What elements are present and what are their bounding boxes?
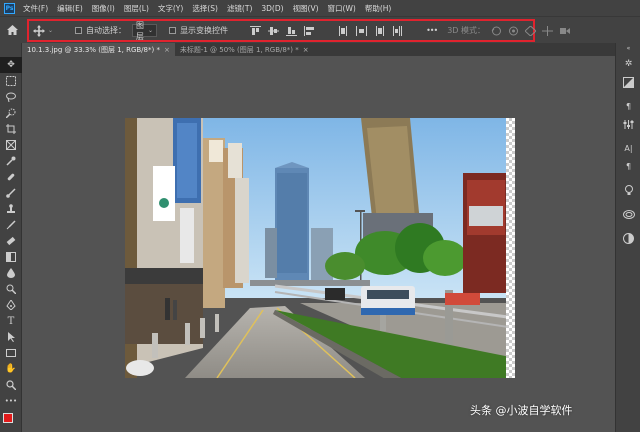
more-options-button[interactable]: ••• — [426, 26, 438, 35]
document-tabs: 10.1.3.jpg @ 33.3% (图层 1, RGB/8*) * × 未标… — [22, 43, 615, 56]
distribute-left-icon[interactable] — [392, 25, 403, 36]
chevron-down-icon: ⌄ — [48, 27, 54, 34]
3d-pan-icon[interactable] — [525, 25, 537, 36]
chevron-down-icon: ⌄ — [148, 27, 154, 34]
close-icon[interactable]: × — [303, 46, 309, 54]
close-icon[interactable]: × — [164, 46, 170, 54]
auto-select-label: 自动选择： — [86, 26, 127, 35]
align-left-edges-icon[interactable] — [304, 25, 315, 36]
hand-tool-icon[interactable]: ✋ — [0, 361, 22, 377]
3d-slide-icon[interactable] — [542, 25, 554, 36]
pen-tool-icon[interactable] — [0, 297, 22, 313]
menu-image[interactable]: 图像(I) — [92, 3, 115, 14]
menu-select[interactable]: 选择(S) — [192, 3, 218, 14]
quick-selection-tool-icon[interactable] — [0, 105, 22, 121]
zoom-tool-icon[interactable] — [0, 377, 22, 393]
path-selection-tool-icon[interactable] — [0, 329, 22, 345]
tab-document-1[interactable]: 10.1.3.jpg @ 33.3% (图层 1, RGB/8*) * × — [22, 43, 175, 56]
distribute-bottom-icon[interactable] — [374, 25, 385, 36]
home-icon[interactable] — [4, 22, 20, 38]
distribute-center-icon[interactable] — [356, 25, 368, 36]
options-bar: ⌄ 自动选择： 图层 ⌄ 显示变换控件 ••• 3D 模式： — [0, 16, 640, 43]
menu-3d[interactable]: 3D(D) — [261, 4, 283, 13]
menu-view[interactable]: 视图(V) — [293, 3, 319, 14]
align-bottom-edges-icon[interactable] — [286, 26, 298, 36]
history-brush-tool-icon[interactable] — [0, 217, 22, 233]
brightness-icon[interactable]: ✲ — [616, 55, 640, 73]
auto-select-option[interactable]: 自动选择： — [75, 25, 126, 36]
menu-edit[interactable]: 编辑(E) — [57, 3, 83, 14]
menu-window[interactable]: 窗口(W) — [328, 3, 356, 14]
align-top-edges-icon[interactable] — [250, 25, 262, 36]
brush-tool-icon[interactable] — [0, 185, 22, 201]
properties-icon[interactable] — [616, 115, 640, 133]
character-icon[interactable]: A| — [616, 139, 640, 157]
color-icon[interactable] — [616, 229, 640, 247]
adjustments-icon[interactable] — [616, 73, 640, 91]
3d-orbit-icon[interactable] — [491, 26, 502, 36]
3d-scale-icon[interactable] — [559, 26, 571, 36]
menu-bar: Ps 文件(F) 编辑(E) 图像(I) 图层(L) 文字(Y) 选择(S) 滤… — [0, 0, 640, 16]
move-tool-options-highlight: ⌄ 自动选择： 图层 ⌄ 显示变换控件 ••• 3D 模式： — [27, 19, 571, 42]
show-transform-option[interactable]: 显示变换控件 — [169, 25, 228, 36]
show-transform-checkbox[interactable] — [169, 27, 177, 34]
menu-filter[interactable]: 滤镜(T) — [227, 3, 252, 14]
align-vertical-centers-icon[interactable] — [268, 26, 280, 36]
paragraph-icon[interactable]: ¶ — [616, 157, 640, 175]
dodge-tool-icon[interactable] — [0, 281, 22, 297]
auto-select-dropdown[interactable]: 图层 ⌄ — [132, 21, 158, 41]
tab-label: 未标题-1 @ 50% (图层 1, RGB/8*) * — [179, 45, 299, 54]
frame-tool-icon[interactable] — [0, 137, 22, 153]
rectangle-tool-icon[interactable] — [0, 345, 22, 361]
paragraph-styles-icon[interactable]: ¶ — [616, 97, 640, 115]
show-transform-label: 显示变换控件 — [180, 26, 229, 35]
menu-file[interactable]: 文件(F) — [23, 3, 48, 14]
tools-panel: ✥ T ✋ ••• — [0, 43, 22, 432]
distribute-top-icon[interactable] — [338, 25, 349, 36]
foreground-color-swatch[interactable] — [3, 413, 13, 423]
eyedropper-tool-icon[interactable] — [0, 153, 22, 169]
clone-stamp-tool-icon[interactable] — [0, 201, 22, 217]
auto-select-checkbox[interactable] — [75, 27, 83, 34]
healing-brush-tool-icon[interactable] — [0, 169, 22, 185]
move-tool-icon[interactable]: ✥ — [0, 57, 22, 73]
auto-select-value: 图层 — [136, 20, 145, 41]
menu-layer[interactable]: 图层(L) — [124, 3, 149, 14]
light-bulb-icon[interactable] — [616, 181, 640, 199]
photoshop-logo: Ps — [4, 2, 15, 14]
panels-dock: « ✲ ¶ A| ¶ — [615, 43, 640, 432]
3d-mode-label: 3D 模式： — [447, 26, 486, 35]
tab-document-2[interactable]: 未标题-1 @ 50% (图层 1, RGB/8*) * × — [175, 43, 314, 56]
menu-help[interactable]: 帮助(H) — [365, 3, 392, 14]
libraries-icon[interactable] — [616, 205, 640, 223]
blur-tool-icon[interactable] — [0, 265, 22, 281]
move-tool-preset-icon[interactable]: ⌄ — [33, 24, 54, 37]
more-tools-icon[interactable]: ••• — [0, 393, 22, 409]
menu-type[interactable]: 文字(Y) — [158, 3, 183, 14]
watermark-text: 头条 @小波自学软件 — [470, 404, 573, 417]
tab-label: 10.1.3.jpg @ 33.3% (图层 1, RGB/8*) * — [27, 45, 160, 54]
marquee-tool-icon[interactable] — [0, 73, 22, 89]
3d-roll-icon[interactable] — [508, 26, 519, 36]
crop-tool-icon[interactable] — [0, 121, 22, 137]
eraser-tool-icon[interactable] — [0, 233, 22, 249]
canvas-image[interactable] — [125, 118, 515, 378]
gradient-tool-icon[interactable] — [0, 249, 22, 265]
transparent-area — [506, 118, 515, 378]
expand-panels-icon[interactable]: « — [616, 43, 640, 53]
lasso-tool-icon[interactable] — [0, 89, 22, 105]
type-tool-icon[interactable]: T — [0, 313, 22, 329]
